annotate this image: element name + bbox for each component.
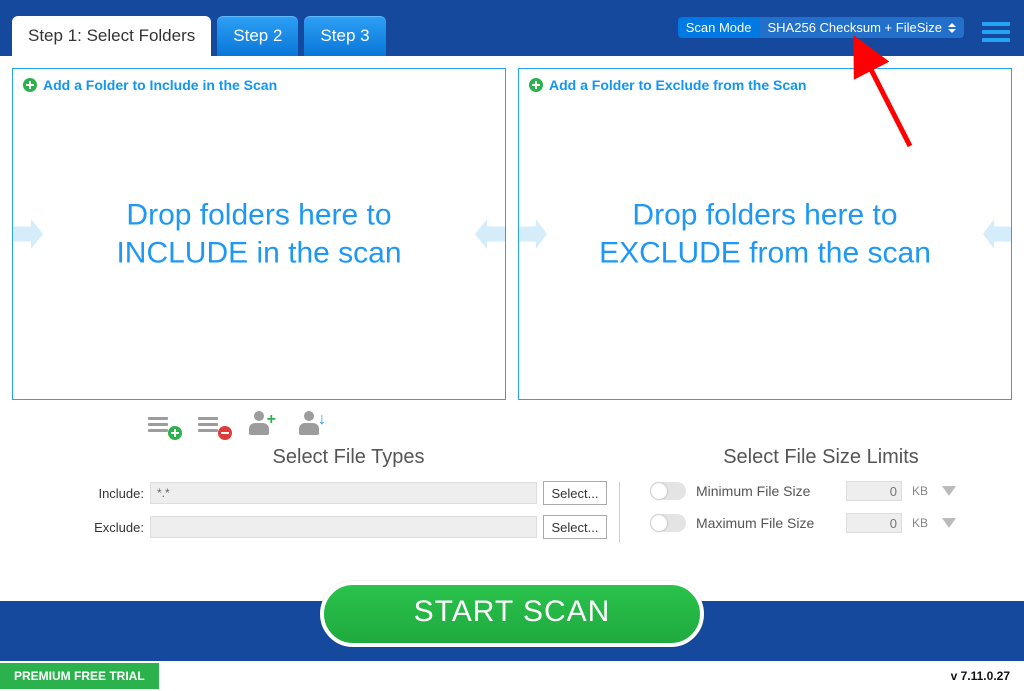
divider	[619, 482, 620, 543]
top-bar: Step 1: Select Folders Step 2 Step 3 Sca…	[0, 0, 1024, 56]
user-add-button[interactable]: +	[248, 410, 282, 438]
min-size-unit: KB	[912, 484, 932, 498]
include-drop-text: Drop folders here to INCLUDE in the scan	[51, 197, 467, 272]
version-label: v 7.11.0.27	[951, 669, 1010, 683]
min-size-toggle[interactable]	[650, 482, 686, 500]
exclude-drop-zone[interactable]: Drop folders here to EXCLUDE from the sc…	[519, 197, 1011, 272]
include-panel: Add a Folder to Include in the Scan Drop…	[12, 68, 506, 400]
file-types-title: Select File Types	[90, 446, 607, 469]
size-limits-section: Select File Size Limits Minimum File Siz…	[632, 446, 992, 549]
premium-badge: PREMIUM FREE TRIAL	[0, 663, 159, 689]
add-exclude-folder-link[interactable]: Add a Folder to Exclude from the Scan	[549, 77, 806, 93]
min-size-input[interactable]	[846, 481, 902, 501]
plus-circle-icon	[529, 78, 543, 92]
min-size-label: Minimum File Size	[696, 483, 836, 499]
list-add-button[interactable]	[148, 410, 182, 438]
max-size-toggle[interactable]	[650, 514, 686, 532]
scan-mode-label: Scan Mode	[678, 17, 760, 38]
tab-step1[interactable]: Step 1: Select Folders	[12, 16, 211, 56]
add-include-folder-link[interactable]: Add a Folder to Include in the Scan	[43, 77, 277, 93]
exclude-types-select-button[interactable]: Select...	[543, 515, 607, 539]
exclude-panel: Add a Folder to Exclude from the Scan Dr…	[518, 68, 1012, 400]
scan-mode-value: SHA256 Checksum + FileSize	[768, 20, 943, 35]
tab-step2[interactable]: Step 2	[217, 16, 298, 56]
list-remove-button[interactable]	[198, 410, 232, 438]
size-limits-title: Select File Size Limits	[650, 446, 992, 469]
max-size-unit-dropdown-icon[interactable]	[942, 518, 956, 528]
list-toolbar: + ↓	[0, 406, 1024, 440]
arrow-left-icon	[475, 219, 505, 249]
file-types-section: Select File Types Include: Select... Exc…	[90, 446, 607, 549]
start-scan-button[interactable]: START SCAN	[320, 581, 705, 647]
exclude-types-input[interactable]	[150, 516, 537, 538]
tab-step3[interactable]: Step 3	[304, 16, 385, 56]
exclude-drop-text: Drop folders here to EXCLUDE from the sc…	[555, 197, 975, 272]
arrow-right-icon	[519, 219, 547, 249]
include-types-select-button[interactable]: Select...	[543, 481, 607, 505]
scan-mode-dropdown[interactable]: SHA256 Checksum + FileSize	[760, 17, 965, 38]
arrow-right-icon	[13, 219, 43, 249]
scan-bar: START SCAN	[0, 601, 1024, 661]
max-size-label: Maximum File Size	[696, 515, 836, 531]
scan-options: Select File Types Include: Select... Exc…	[0, 440, 1024, 555]
footer: PREMIUM FREE TRIAL v 7.11.0.27	[0, 661, 1024, 691]
max-size-unit: KB	[912, 516, 932, 530]
dropdown-caret-icon	[946, 20, 958, 36]
scan-mode-control[interactable]: Scan Mode SHA256 Checksum + FileSize	[678, 17, 964, 38]
arrow-left-icon	[983, 219, 1011, 249]
plus-circle-icon	[23, 78, 37, 92]
folder-panels: Add a Folder to Include in the Scan Drop…	[0, 56, 1024, 406]
include-drop-zone[interactable]: Drop folders here to INCLUDE in the scan	[13, 197, 505, 272]
menu-icon[interactable]	[982, 18, 1010, 46]
exclude-types-label: Exclude:	[90, 520, 144, 535]
include-types-label: Include:	[90, 486, 144, 501]
user-import-button[interactable]: ↓	[298, 410, 332, 438]
max-size-input[interactable]	[846, 513, 902, 533]
min-size-unit-dropdown-icon[interactable]	[942, 486, 956, 496]
include-types-input[interactable]	[150, 482, 537, 504]
